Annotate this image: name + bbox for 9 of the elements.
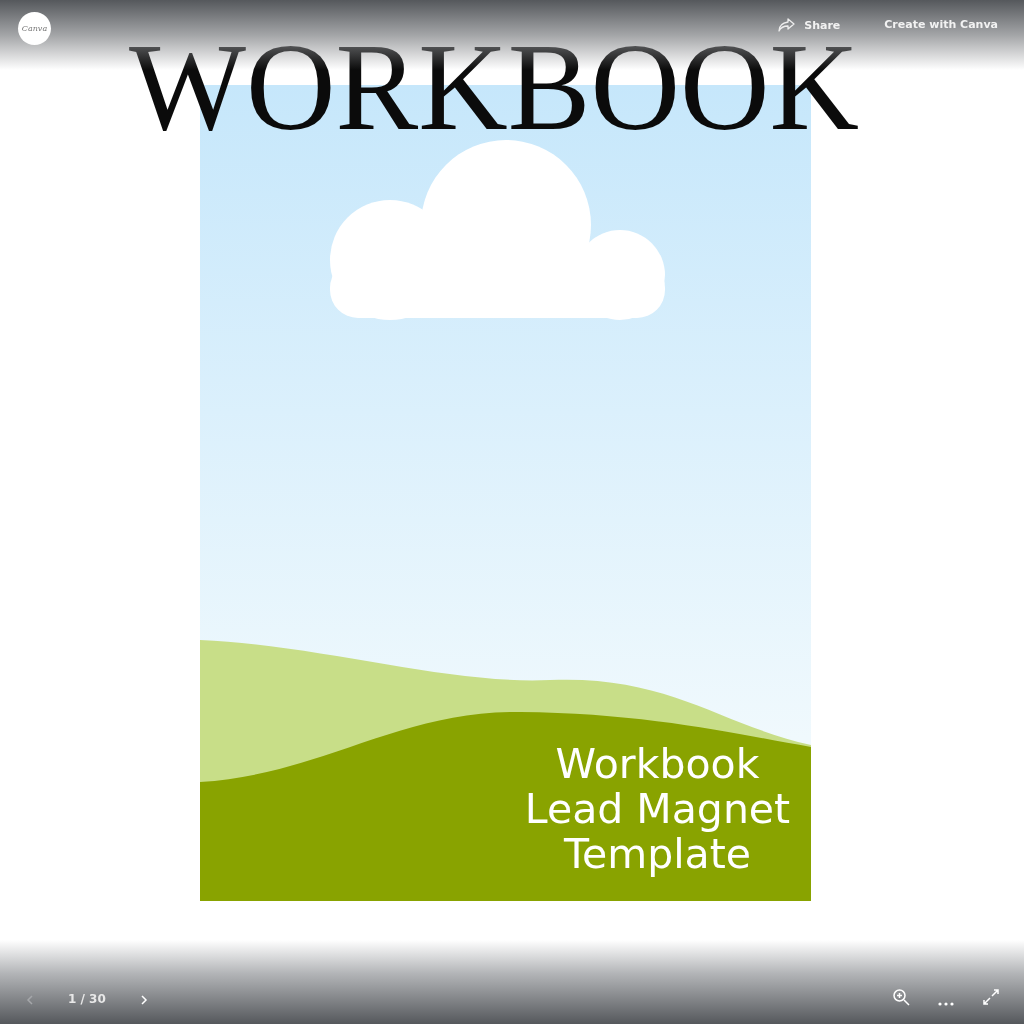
share-icon: [778, 18, 797, 32]
page-counter: 1 / 30: [67, 991, 107, 1008]
zoom-icon: [892, 988, 910, 1006]
more-icon: [938, 1002, 954, 1006]
fullscreen-icon: [982, 988, 1000, 1006]
logo[interactable]: Canva: [18, 12, 51, 45]
slide-subtitle: Workbook Lead Magnet Template: [523, 742, 792, 877]
chevron-left-icon: [24, 994, 36, 1006]
create-button[interactable]: Create with Canva: [876, 12, 1006, 37]
